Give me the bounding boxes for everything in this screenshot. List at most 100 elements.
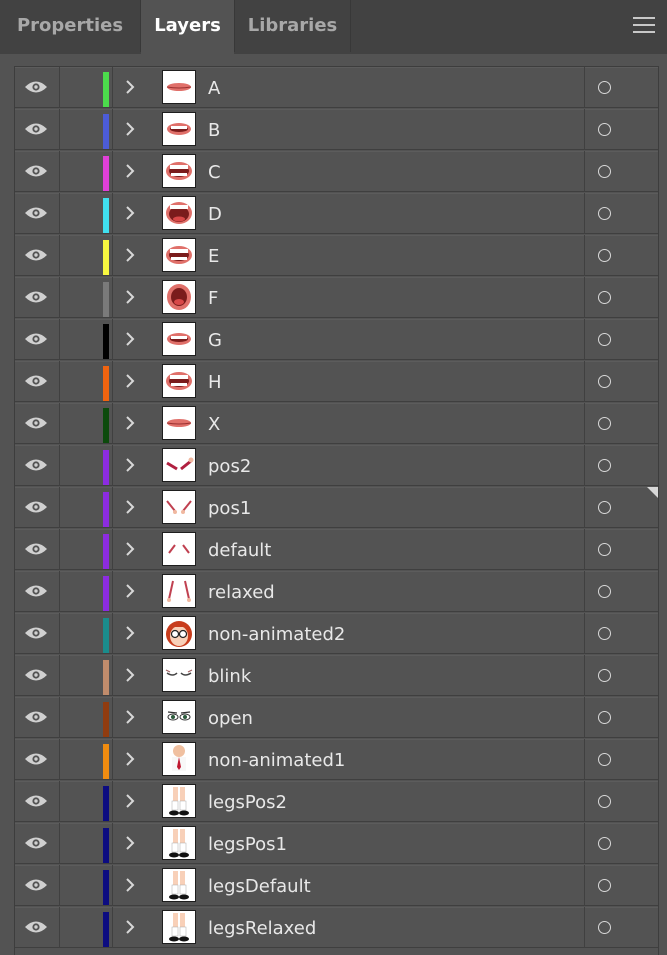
- layer-row[interactable]: A: [15, 67, 658, 108]
- layer-row[interactable]: non-animated2: [15, 613, 658, 654]
- expand-chevron-icon[interactable]: [123, 835, 137, 851]
- expand-chevron-icon[interactable]: [123, 289, 137, 305]
- visibility-eye-icon[interactable]: [24, 625, 48, 641]
- target-circle-icon[interactable]: [598, 669, 611, 682]
- layer-row[interactable]: default: [15, 529, 658, 570]
- visibility-eye-icon[interactable]: [24, 205, 48, 221]
- target-circle-icon[interactable]: [598, 795, 611, 808]
- layer-name[interactable]: blink: [208, 655, 251, 696]
- layer-row[interactable]: legsPos1: [15, 823, 658, 864]
- target-circle-icon[interactable]: [598, 81, 611, 94]
- target-circle-icon[interactable]: [598, 291, 611, 304]
- visibility-eye-icon[interactable]: [24, 79, 48, 95]
- visibility-eye-icon[interactable]: [24, 709, 48, 725]
- layer-name[interactable]: X: [208, 403, 220, 444]
- expand-chevron-icon[interactable]: [123, 583, 137, 599]
- layer-name[interactable]: E: [208, 235, 219, 276]
- layer-name[interactable]: default: [208, 529, 271, 570]
- layer-row[interactable]: E: [15, 235, 658, 276]
- layer-name[interactable]: non-animated1: [208, 739, 345, 780]
- layer-name[interactable]: F: [208, 277, 218, 318]
- visibility-eye-icon[interactable]: [24, 877, 48, 893]
- visibility-eye-icon[interactable]: [24, 373, 48, 389]
- layer-name[interactable]: legsPos2: [208, 781, 287, 822]
- target-circle-icon[interactable]: [598, 165, 611, 178]
- visibility-eye-icon[interactable]: [24, 289, 48, 305]
- visibility-eye-icon[interactable]: [24, 331, 48, 347]
- layer-row[interactable]: X: [15, 403, 658, 444]
- layer-name[interactable]: D: [208, 193, 222, 234]
- visibility-eye-icon[interactable]: [24, 835, 48, 851]
- layer-row[interactable]: H: [15, 361, 658, 402]
- visibility-eye-icon[interactable]: [24, 793, 48, 809]
- visibility-eye-icon[interactable]: [24, 499, 48, 515]
- expand-chevron-icon[interactable]: [123, 625, 137, 641]
- visibility-eye-icon[interactable]: [24, 247, 48, 263]
- target-circle-icon[interactable]: [598, 459, 611, 472]
- target-circle-icon[interactable]: [598, 123, 611, 136]
- layer-name[interactable]: A: [208, 67, 220, 108]
- expand-chevron-icon[interactable]: [123, 331, 137, 347]
- layer-name[interactable]: legsDefault: [208, 865, 311, 906]
- layer-row[interactable]: legsPos2: [15, 781, 658, 822]
- visibility-eye-icon[interactable]: [24, 667, 48, 683]
- target-circle-icon[interactable]: [598, 711, 611, 724]
- target-circle-icon[interactable]: [598, 753, 611, 766]
- target-circle-icon[interactable]: [598, 585, 611, 598]
- target-circle-icon[interactable]: [598, 543, 611, 556]
- expand-chevron-icon[interactable]: [123, 793, 137, 809]
- layer-row[interactable]: relaxed: [15, 571, 658, 612]
- layer-row[interactable]: pos2: [15, 445, 658, 486]
- layer-row[interactable]: G: [15, 319, 658, 360]
- expand-chevron-icon[interactable]: [123, 79, 137, 95]
- target-circle-icon[interactable]: [598, 249, 611, 262]
- target-circle-icon[interactable]: [598, 207, 611, 220]
- layer-row[interactable]: legsDefault: [15, 865, 658, 906]
- target-circle-icon[interactable]: [598, 921, 611, 934]
- target-circle-icon[interactable]: [598, 837, 611, 850]
- expand-chevron-icon[interactable]: [123, 121, 137, 137]
- panel-menu-icon[interactable]: [633, 17, 655, 35]
- layer-name[interactable]: G: [208, 319, 222, 360]
- layer-row[interactable]: pos1: [15, 487, 658, 528]
- target-circle-icon[interactable]: [598, 417, 611, 430]
- target-circle-icon[interactable]: [598, 501, 611, 514]
- expand-chevron-icon[interactable]: [123, 415, 137, 431]
- visibility-eye-icon[interactable]: [24, 919, 48, 935]
- target-circle-icon[interactable]: [598, 627, 611, 640]
- layer-row[interactable]: non-animated1: [15, 739, 658, 780]
- visibility-eye-icon[interactable]: [24, 751, 48, 767]
- layer-row[interactable]: blink: [15, 655, 658, 696]
- visibility-eye-icon[interactable]: [24, 163, 48, 179]
- expand-chevron-icon[interactable]: [123, 373, 137, 389]
- expand-chevron-icon[interactable]: [123, 919, 137, 935]
- tab-properties[interactable]: Properties: [0, 0, 140, 52]
- layer-name[interactable]: legsRelaxed: [208, 907, 316, 948]
- visibility-eye-icon[interactable]: [24, 415, 48, 431]
- visibility-eye-icon[interactable]: [24, 121, 48, 137]
- layer-name[interactable]: B: [208, 109, 220, 150]
- layer-name[interactable]: C: [208, 151, 221, 192]
- tab-libraries[interactable]: Libraries: [235, 0, 350, 52]
- target-circle-icon[interactable]: [598, 375, 611, 388]
- expand-chevron-icon[interactable]: [123, 877, 137, 893]
- expand-chevron-icon[interactable]: [123, 457, 137, 473]
- layer-row[interactable]: open: [15, 697, 658, 738]
- tab-layers[interactable]: Layers: [141, 0, 234, 54]
- expand-chevron-icon[interactable]: [123, 541, 137, 557]
- layer-row[interactable]: D: [15, 193, 658, 234]
- layer-name[interactable]: pos1: [208, 487, 251, 528]
- layer-name[interactable]: legsPos1: [208, 823, 287, 864]
- visibility-eye-icon[interactable]: [24, 541, 48, 557]
- layer-row[interactable]: F: [15, 277, 658, 318]
- expand-chevron-icon[interactable]: [123, 667, 137, 683]
- target-circle-icon[interactable]: [598, 879, 611, 892]
- expand-chevron-icon[interactable]: [123, 247, 137, 263]
- layer-name[interactable]: pos2: [208, 445, 251, 486]
- layer-name[interactable]: H: [208, 361, 222, 402]
- target-circle-icon[interactable]: [598, 333, 611, 346]
- layer-name[interactable]: open: [208, 697, 253, 738]
- layer-row[interactable]: C: [15, 151, 658, 192]
- layer-name[interactable]: non-animated2: [208, 613, 345, 654]
- layer-row[interactable]: B: [15, 109, 658, 150]
